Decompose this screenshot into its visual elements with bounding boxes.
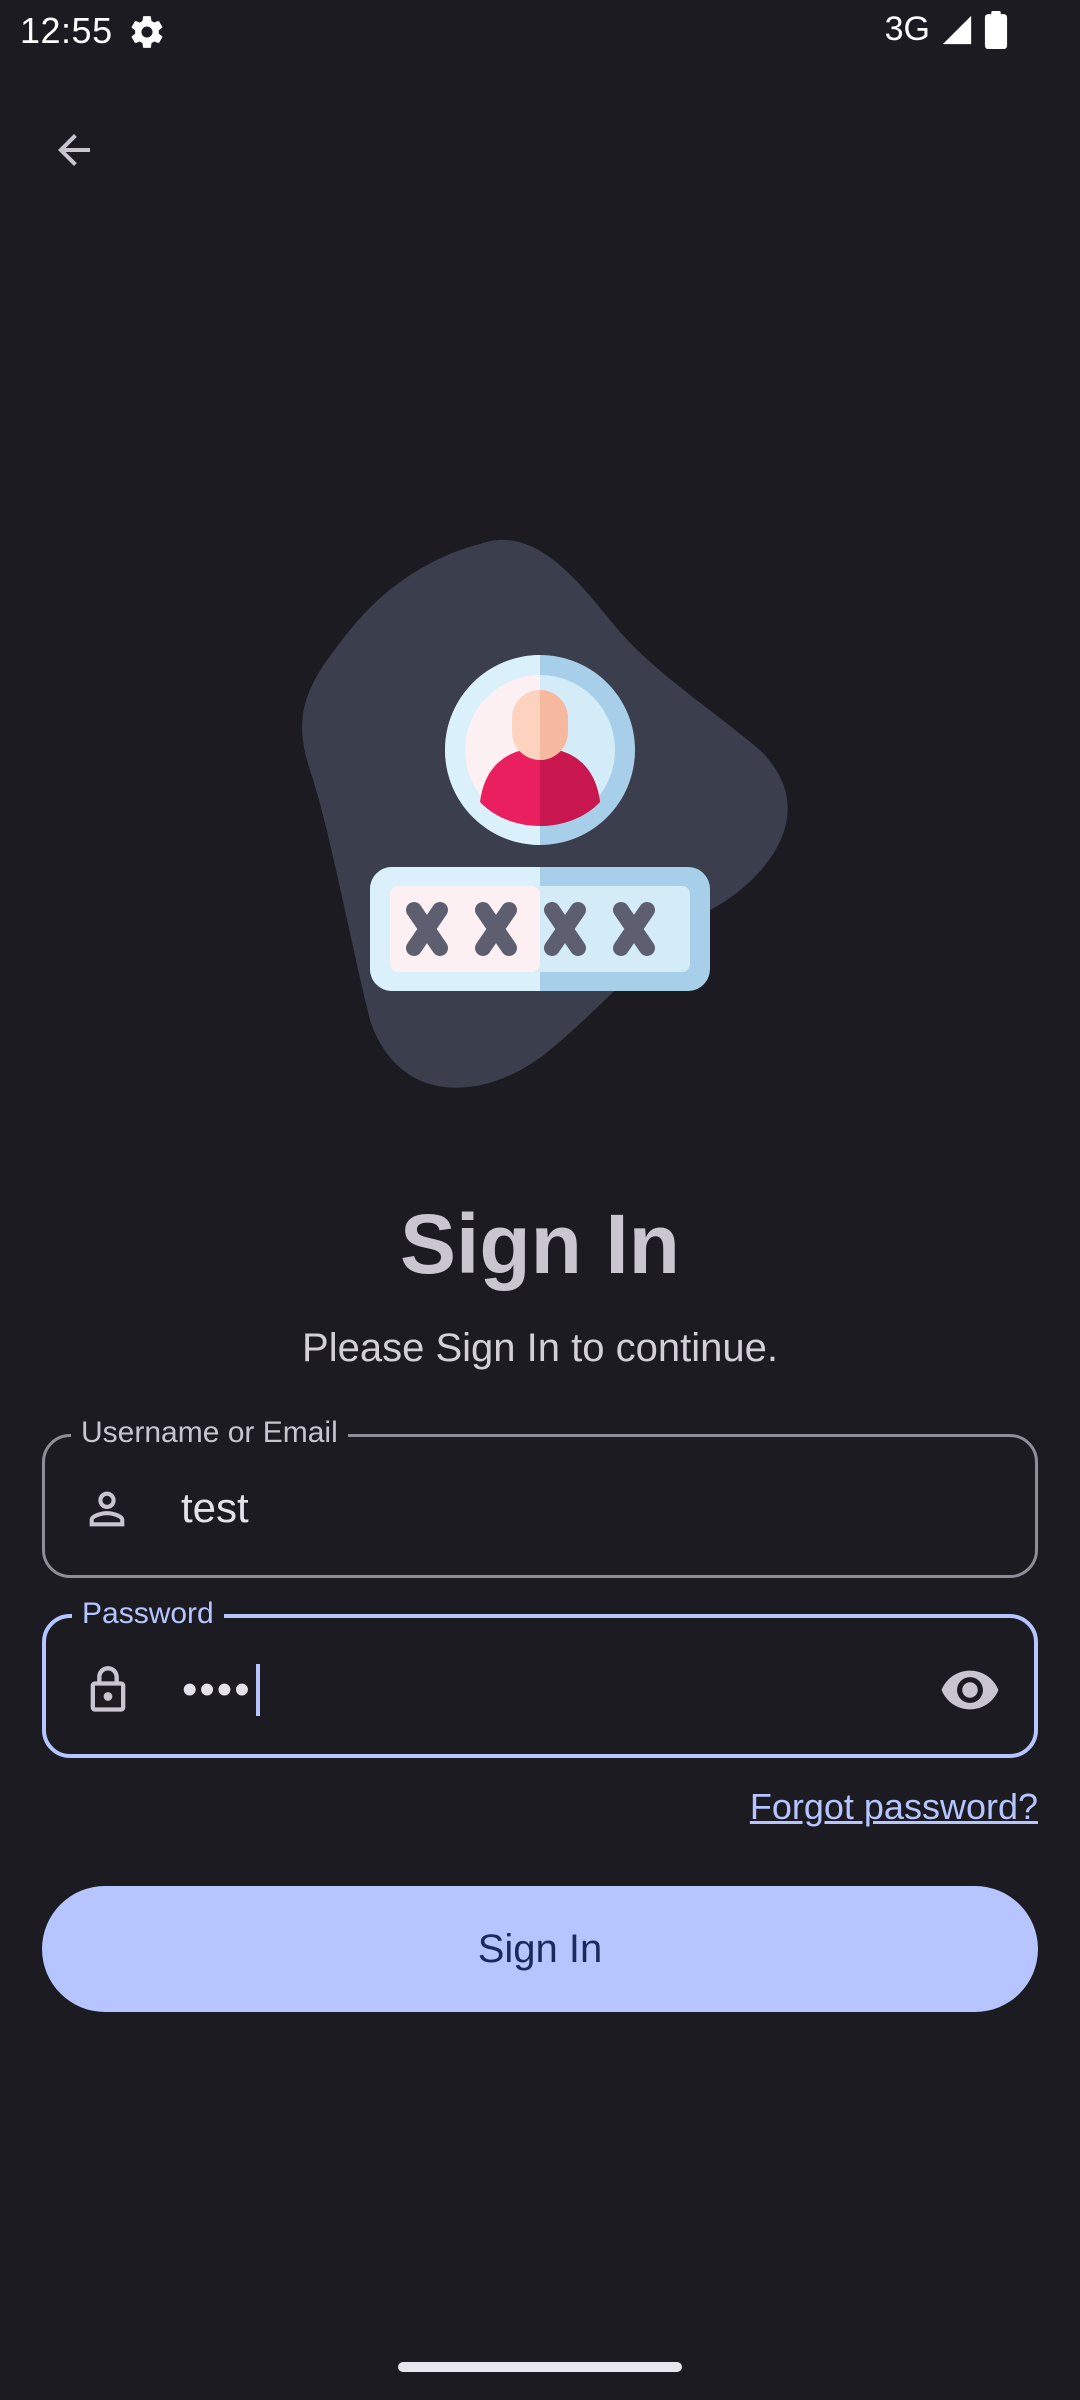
username-input[interactable]: test [181,1481,249,1535]
password-mask-icon [370,867,710,991]
arrow-back-icon [58,134,90,166]
signal-icon [942,15,972,44]
person-icon [89,1491,125,1527]
toggle-password-visibility-button[interactable] [936,1656,1004,1724]
password-masked-value: •••• [182,1665,252,1714]
password-input[interactable]: •••• [182,1662,260,1718]
forgot-password-link[interactable]: Forgot password? [750,1786,1038,1828]
username-field[interactable]: Username or Email test [42,1413,1038,1578]
status-time: 12:55 [20,10,113,51]
username-label: Username or Email [71,1413,348,1453]
battery-icon [984,10,1008,49]
home-indicator[interactable] [398,2362,682,2372]
status-bar: 12:55 3G [0,0,1080,64]
eye-icon [941,1670,999,1710]
lock-icon [90,1666,126,1712]
sign-in-button[interactable]: Sign In [42,1886,1038,2012]
page-subtitle: Please Sign In to continue. [302,1326,778,1370]
page-title: Sign In [400,1197,680,1291]
password-label: Password [72,1594,224,1634]
gear-icon [131,16,163,48]
password-field[interactable]: Password •••• [42,1594,1038,1758]
avatar-icon [445,655,635,845]
back-button[interactable] [34,110,114,190]
user-login-illustration [302,539,788,1088]
status-indicators: 3G [885,10,1008,49]
network-type: 3G [884,10,930,48]
text-cursor [255,1664,260,1716]
